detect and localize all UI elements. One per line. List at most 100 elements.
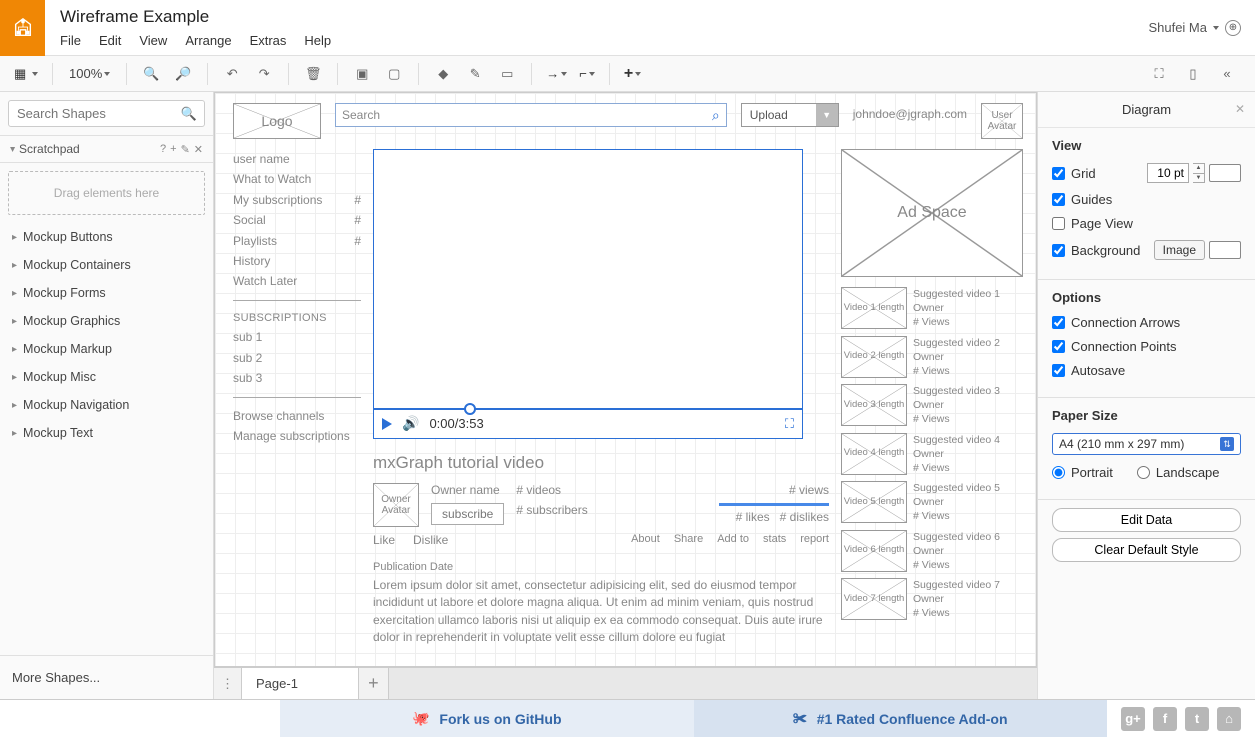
page-tab-menu[interactable]: ⋮ (214, 668, 242, 699)
wf-nav-sub1[interactable]: sub 1 (233, 327, 361, 347)
wf-search-icon[interactable]: ⌕ (712, 107, 720, 124)
wf-action-report[interactable]: report (800, 533, 829, 547)
more-shapes-button[interactable]: More Shapes... (0, 655, 213, 699)
menu-view[interactable]: View (139, 33, 167, 48)
username[interactable]: Shufei Ma (1148, 20, 1207, 35)
paper-size-select[interactable]: A4 (210 mm x 297 mm) ⇅ (1052, 433, 1241, 455)
wf-nav-social[interactable]: Social (233, 210, 266, 230)
wf-suggested-thumb[interactable]: Video 5 length (841, 481, 907, 523)
category-mockup-graphics[interactable]: Mockup Graphics (0, 307, 213, 335)
github-link[interactable]: 🐙 Fork us on GitHub (280, 700, 694, 737)
scratchpad-close-icon[interactable]: ✕ (194, 143, 203, 156)
app-logo[interactable] (0, 0, 45, 56)
panel-close-icon[interactable]: ✕ (1235, 102, 1245, 116)
pageview-checkbox[interactable] (1052, 217, 1065, 230)
confluence-link[interactable]: ✀ #1 Rated Confluence Add-on (694, 700, 1108, 737)
conn-arrows-checkbox[interactable] (1052, 316, 1065, 329)
menu-extras[interactable]: Extras (250, 33, 287, 48)
page-tab-add[interactable]: + (359, 668, 389, 699)
scratchpad-dropzone[interactable]: Drag elements here (8, 171, 205, 215)
edit-data-button[interactable]: Edit Data (1052, 508, 1241, 532)
search-shapes-input[interactable] (8, 100, 205, 127)
scratchpad-edit-icon[interactable]: ✎ (181, 143, 190, 156)
redo-button[interactable]: ↷ (250, 61, 278, 87)
wf-user-avatar[interactable]: User Avatar (981, 103, 1023, 139)
wf-suggested-row[interactable]: Video 6 length Suggested video 6 Owner #… (841, 530, 1023, 573)
grid-size-stepper[interactable]: ▲▼ (1193, 163, 1205, 183)
wf-nav-subscriptions[interactable]: My subscriptions (233, 190, 322, 210)
user-dropdown-caret[interactable] (1213, 26, 1219, 30)
globe-icon[interactable]: ⊕ (1225, 20, 1241, 36)
collapse-button[interactable]: « (1213, 61, 1241, 87)
portrait-radio[interactable] (1052, 466, 1065, 479)
category-mockup-containers[interactable]: Mockup Containers (0, 251, 213, 279)
background-color-swatch[interactable] (1209, 241, 1241, 259)
menu-edit[interactable]: Edit (99, 33, 121, 48)
grid-color-swatch[interactable] (1209, 164, 1241, 182)
wf-action-about[interactable]: About (631, 533, 660, 547)
canvas[interactable]: Logo Search ⌕ Upload ▼ johndoe@jgraph.co… (214, 92, 1037, 667)
menu-arrange[interactable]: Arrange (185, 33, 231, 48)
wf-owner-avatar[interactable]: Owner Avatar (373, 483, 419, 527)
wf-upload-caret[interactable]: ▼ (816, 104, 838, 126)
category-mockup-navigation[interactable]: Mockup Navigation (0, 391, 213, 419)
github-social-icon[interactable]: ⌂ (1217, 707, 1241, 731)
wf-suggested-row[interactable]: Video 7 length Suggested video 7 Owner #… (841, 578, 1023, 621)
delete-button[interactable]: 🗑 (299, 61, 327, 87)
googleplus-icon[interactable]: g+ (1121, 707, 1145, 731)
wf-subscribe-button[interactable]: subscribe (431, 503, 504, 525)
insert-dropdown[interactable]: + (620, 65, 645, 83)
connection-dropdown[interactable]: → (542, 66, 571, 81)
menu-file[interactable]: File (60, 33, 81, 48)
page-tab-1[interactable]: Page-1 (242, 668, 359, 699)
wf-nav-history[interactable]: History (233, 251, 361, 271)
fill-color-button[interactable]: ◆ (429, 61, 457, 87)
scratchpad-add-icon[interactable]: + (170, 143, 176, 156)
wf-search-field[interactable]: Search ⌕ (335, 103, 727, 127)
landscape-radio[interactable] (1137, 466, 1150, 479)
wf-suggested-thumb[interactable]: Video 2 length (841, 336, 907, 378)
scratchpad-help-icon[interactable]: ? (160, 143, 166, 156)
to-back-button[interactable]: ▢ (380, 61, 408, 87)
shadow-button[interactable]: ▭ (493, 61, 521, 87)
fullscreen-button[interactable]: ⛶ (1145, 61, 1173, 87)
category-mockup-forms[interactable]: Mockup Forms (0, 279, 213, 307)
conn-points-checkbox[interactable] (1052, 340, 1065, 353)
wf-nav-playlists[interactable]: Playlists (233, 231, 277, 251)
wf-suggested-thumb[interactable]: Video 4 length (841, 433, 907, 475)
background-checkbox[interactable] (1052, 244, 1065, 257)
autosave-checkbox[interactable] (1052, 364, 1065, 377)
undo-button[interactable]: ↶ (218, 61, 246, 87)
wf-ad-space[interactable]: Ad Space (841, 149, 1023, 277)
wf-suggested-row[interactable]: Video 4 length Suggested video 4 Owner #… (841, 433, 1023, 476)
wf-action-addto[interactable]: Add to (717, 533, 749, 547)
background-image-button[interactable]: Image (1154, 240, 1205, 260)
category-mockup-misc[interactable]: Mockup Misc (0, 363, 213, 391)
wf-suggested-row[interactable]: Video 3 length Suggested video 3 Owner #… (841, 384, 1023, 427)
zoom-in-button[interactable]: 🔍 (137, 61, 165, 87)
waypoint-dropdown[interactable]: ⌐ (575, 66, 599, 81)
wf-nav-manage[interactable]: Manage subscriptions (233, 426, 361, 446)
grid-size-input[interactable] (1147, 163, 1189, 183)
twitter-icon[interactable]: t (1185, 707, 1209, 731)
grid-checkbox[interactable] (1052, 167, 1065, 180)
zoom-dropdown[interactable]: 100% (63, 66, 116, 81)
format-panel-button[interactable]: ▯ (1179, 61, 1207, 87)
wf-video-player[interactable]: 🔊 0:00/3:53 ⛶ (373, 149, 803, 439)
wf-action-share[interactable]: Share (674, 533, 703, 547)
wf-nav-browse[interactable]: Browse channels (233, 406, 361, 426)
scratchpad-toggle[interactable]: ▸ (7, 146, 18, 151)
wf-logo-placeholder[interactable]: Logo (233, 103, 321, 139)
wf-suggested-thumb[interactable]: Video 7 length (841, 578, 907, 620)
wf-video-scrubber[interactable] (374, 403, 802, 415)
play-icon[interactable] (382, 418, 392, 430)
guides-checkbox[interactable] (1052, 193, 1065, 206)
wf-dislike-button[interactable]: Dislike (413, 533, 448, 547)
wf-nav-username[interactable]: user name (233, 149, 361, 169)
wf-nav-sub2[interactable]: sub 2 (233, 348, 361, 368)
to-front-button[interactable]: ▣ (348, 61, 376, 87)
category-mockup-markup[interactable]: Mockup Markup (0, 335, 213, 363)
facebook-icon[interactable]: f (1153, 707, 1177, 731)
wf-like-button[interactable]: Like (373, 533, 395, 547)
wf-suggested-thumb[interactable]: Video 3 length (841, 384, 907, 426)
